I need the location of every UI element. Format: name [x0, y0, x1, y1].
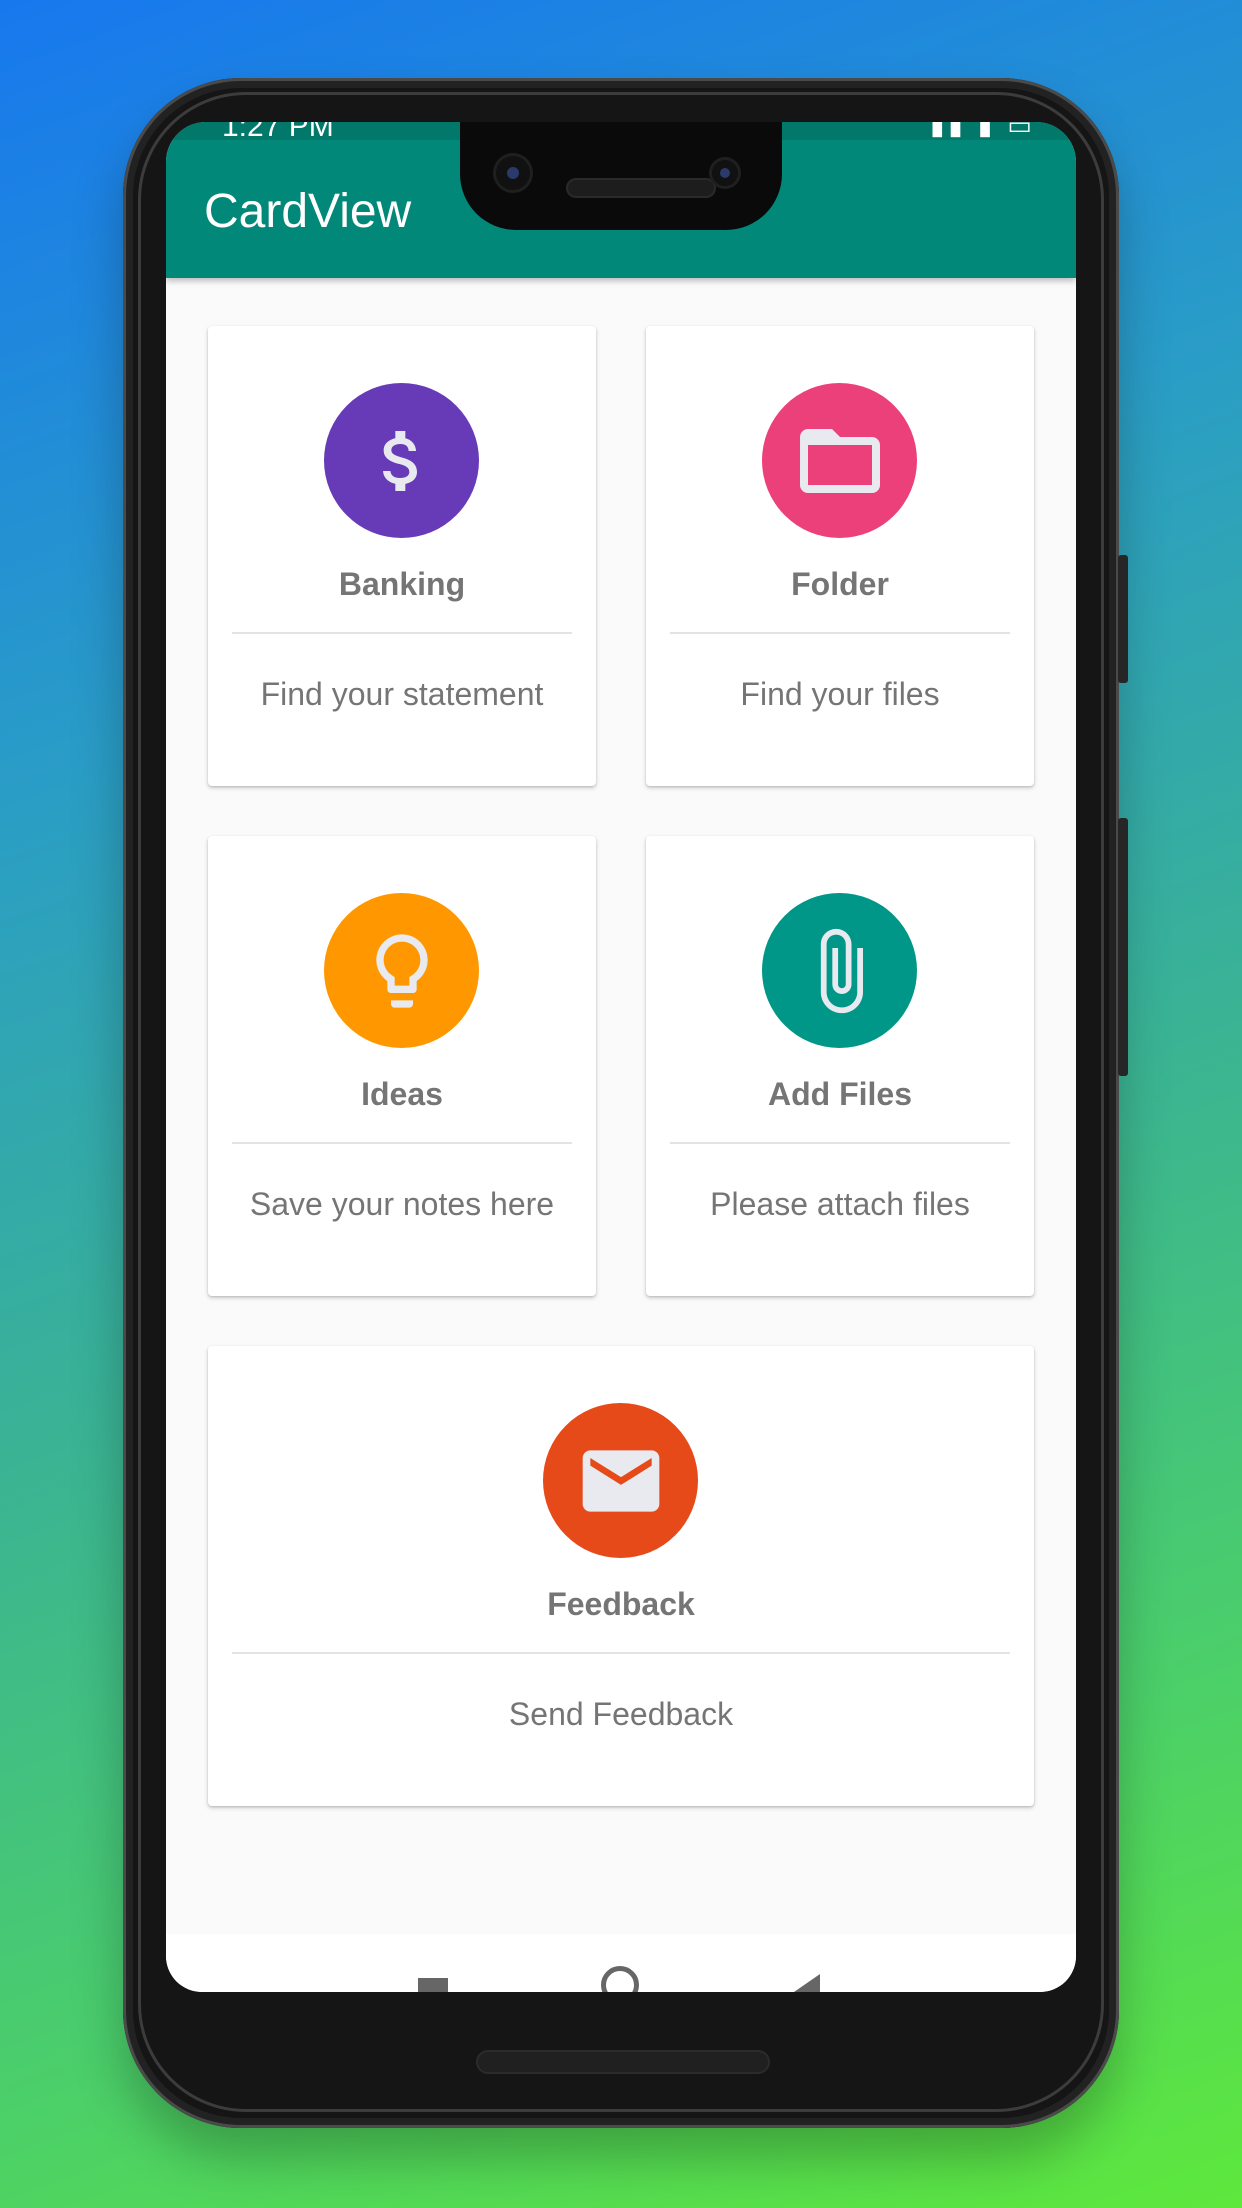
ideas-icon-circle: [324, 893, 479, 1048]
folder-icon: [799, 428, 880, 493]
volume-button: [1118, 818, 1128, 1076]
folder-icon-circle: [762, 383, 917, 538]
back-icon[interactable]: [794, 1974, 820, 1992]
card-feedback[interactable]: Feedback Send Feedback: [208, 1346, 1034, 1806]
power-button: [1118, 555, 1128, 683]
system-nav-bar: [166, 1934, 1076, 1992]
screen: CardView 1:27 PM ▮▮ ▮ ▭ Banking Find you…: [166, 122, 1076, 1992]
card-title: Add Files: [767, 1076, 912, 1112]
card-subtitle: Please attach files: [710, 1186, 970, 1222]
envelope-icon: [582, 1449, 659, 1512]
camera-notch: [460, 122, 782, 230]
card-subtitle: Find your files: [740, 676, 940, 712]
paperclip-icon: [820, 928, 863, 1013]
home-icon[interactable]: [601, 1966, 639, 1992]
add-files-icon-circle: [762, 893, 917, 1048]
card-title: Ideas: [361, 1076, 443, 1112]
card-add-files[interactable]: Add Files Please attach files: [646, 836, 1034, 1296]
card-divider: [232, 1652, 1010, 1654]
card-divider: [670, 632, 1010, 634]
lightbulb-icon: [375, 933, 428, 1008]
earpiece-speaker: [568, 180, 714, 196]
app-title: CardView: [204, 185, 412, 238]
card-subtitle: Find your statement: [260, 676, 544, 712]
card-title: Banking: [338, 566, 466, 602]
front-camera-icon: [496, 156, 530, 190]
feedback-icon-circle: [543, 1403, 698, 1558]
card-title: Folder: [791, 566, 889, 602]
card-folder[interactable]: Folder Find your files: [646, 326, 1034, 786]
card-ideas[interactable]: Ideas Save your notes here: [208, 836, 596, 1296]
card-divider: [232, 1142, 572, 1144]
card-title: Feedback: [547, 1586, 695, 1622]
sensor-icon: [712, 160, 738, 186]
status-icons: ▮▮ ▮ ▭: [930, 122, 1036, 140]
card-banking[interactable]: Banking Find your statement: [208, 326, 596, 786]
card-subtitle: Save your notes here: [249, 1186, 555, 1222]
card-divider: [670, 1142, 1010, 1144]
card-subtitle: Send Feedback: [508, 1696, 734, 1732]
dollar-icon: [382, 430, 417, 491]
status-time: 1:27 PM: [222, 122, 334, 143]
card-divider: [232, 632, 572, 634]
chin-speaker: [478, 2052, 768, 2072]
banking-icon-circle: [324, 383, 479, 538]
recents-icon[interactable]: [418, 1978, 448, 1992]
